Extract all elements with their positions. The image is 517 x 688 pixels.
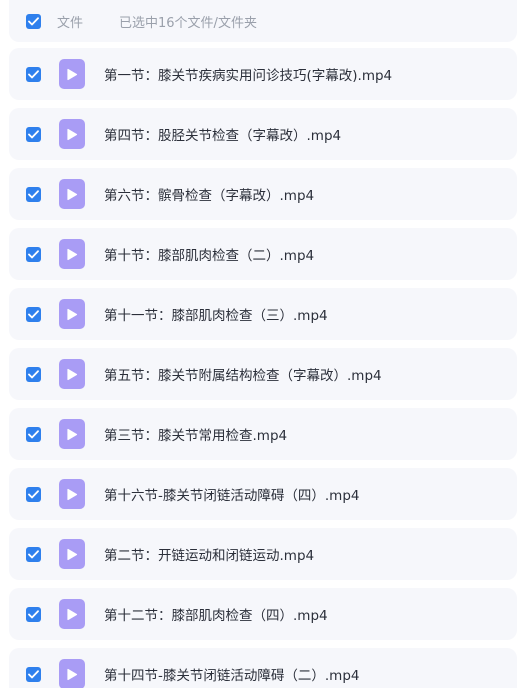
video-file-icon [59,479,85,509]
checkmark-icon [28,129,39,138]
checkmark-icon [28,189,39,198]
play-icon [67,668,78,680]
file-row[interactable]: 第二节：开链运动和闭链运动.mp4 [9,528,517,580]
select-all-checkbox[interactable] [26,13,41,29]
file-checkbox[interactable] [26,66,41,82]
file-name[interactable]: 第三节：膝关节常用检查.mp4 [104,424,287,444]
checkmark-icon [28,309,39,318]
checkmark-icon [28,249,39,258]
file-row[interactable]: 第十四节-膝关节闭链活动障碍（二）.mp4 [9,648,517,688]
file-name[interactable]: 第二节：开链运动和闭链运动.mp4 [104,544,314,564]
checkmark-icon [28,369,39,378]
play-icon [67,308,78,320]
file-name[interactable]: 第十二节：膝部肌肉检查（四）.mp4 [104,604,328,624]
file-row[interactable]: 第五节：膝关节附属结构检查（字幕改）.mp4 [9,348,517,400]
file-checkbox[interactable] [26,126,41,142]
file-checkbox[interactable] [26,186,41,202]
checkmark-icon [28,609,39,618]
file-name[interactable]: 第十节：膝部肌肉检查（二）.mp4 [104,244,314,264]
file-checkbox[interactable] [26,606,41,622]
checkmark-icon [28,429,39,438]
file-row[interactable]: 第十六节-膝关节闭链活动障碍（四）.mp4 [9,468,517,520]
checkmark-icon [28,669,39,678]
play-icon [67,248,78,260]
play-icon [67,488,78,500]
file-column-label: 文件 [57,15,84,31]
checkmark-icon [28,489,39,498]
checkmark-icon [28,549,39,558]
file-row[interactable]: 第一节：膝关节疾病实用问诊技巧(字幕改).mp4 [9,48,517,100]
video-file-icon [59,419,85,449]
file-checkbox[interactable] [26,426,41,442]
video-file-icon [59,659,85,688]
file-name[interactable]: 第一节：膝关节疾病实用问诊技巧(字幕改).mp4 [104,64,392,84]
file-checkbox[interactable] [26,546,41,562]
video-file-icon [59,359,85,389]
video-file-icon [59,179,85,209]
checkmark-icon [28,69,39,78]
file-row[interactable]: 第四节：股胫关节检查（字幕改）.mp4 [9,108,517,160]
file-checkbox[interactable] [26,366,41,382]
file-name[interactable]: 第四节：股胫关节检查（字幕改）.mp4 [104,124,341,144]
video-file-icon [59,539,85,569]
file-name[interactable]: 第六节：髌骨检查（字幕改）.mp4 [104,184,314,204]
file-row[interactable]: 第十节：膝部肌肉检查（二）.mp4 [9,228,517,280]
file-checkbox[interactable] [26,486,41,502]
selection-count-text: 已选中16个文件/文件夹 [119,15,257,31]
play-icon [67,548,78,560]
list-header: 文件 已选中16个文件/文件夹 [9,0,517,42]
video-file-icon [59,119,85,149]
video-file-icon [59,299,85,329]
file-row[interactable]: 第十二节：膝部肌肉检查（四）.mp4 [9,588,517,640]
file-row[interactable]: 第十一节：膝部肌肉检查（三）.mp4 [9,288,517,340]
file-checkbox[interactable] [26,306,41,322]
file-list-page: 文件 已选中16个文件/文件夹 第一节：膝关节疾病实用问诊技巧(字幕改).mp4… [0,0,517,688]
file-name[interactable]: 第十一节：膝部肌肉检查（三）.mp4 [104,304,328,324]
file-checkbox[interactable] [26,666,41,682]
checkmark-icon [28,16,39,25]
play-icon [67,188,78,200]
file-checkbox[interactable] [26,246,41,262]
file-row[interactable]: 第六节：髌骨检查（字幕改）.mp4 [9,168,517,220]
file-name[interactable]: 第十四节-膝关节闭链活动障碍（二）.mp4 [104,664,359,684]
play-icon [67,68,78,80]
play-icon [67,428,78,440]
file-name[interactable]: 第五节：膝关节附属结构检查（字幕改）.mp4 [104,364,382,384]
play-icon [67,608,78,620]
video-file-icon [59,239,85,269]
play-icon [67,368,78,380]
play-icon [67,128,78,140]
file-name[interactable]: 第十六节-膝关节闭链活动障碍（四）.mp4 [104,484,359,504]
video-file-icon [59,599,85,629]
video-file-icon [59,59,85,89]
file-row[interactable]: 第三节：膝关节常用检查.mp4 [9,408,517,460]
